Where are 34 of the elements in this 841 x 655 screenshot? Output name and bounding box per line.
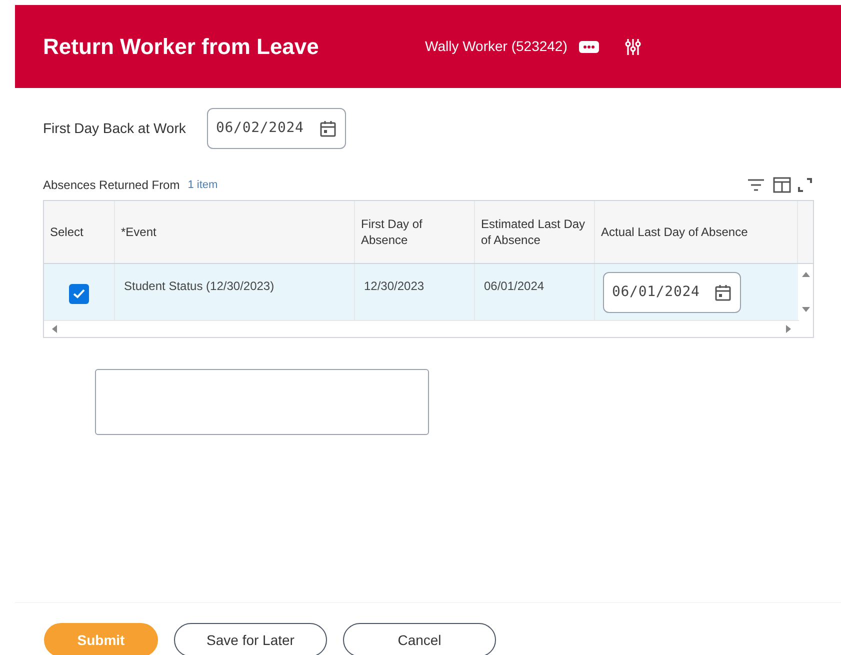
checkbox[interactable] [69,284,89,304]
table-cell: 06/01/2024 [484,279,544,293]
date-field[interactable]: 06/01/2024 [603,272,741,313]
secondary-button[interactable]: Cancel [343,623,496,655]
column-header: First Day of Absence [361,216,424,248]
scroll-right-icon[interactable] [786,325,791,333]
secondary-button[interactable]: Save for Later [174,623,327,655]
scroll-down-icon[interactable] [802,307,810,312]
calendar-icon [319,120,337,138]
column-header: Estimated Last Day of Absence [481,216,586,248]
comment-field[interactable] [95,369,429,435]
item-count: 1 item [188,178,218,193]
column-header: *Event [121,224,156,240]
calendar-icon [714,284,732,302]
sliders-icon[interactable] [625,38,642,56]
more-icon[interactable] [579,40,600,52]
columns-icon[interactable] [773,177,791,193]
filter-icon[interactable] [747,178,765,192]
field-label: First Day Back at Work [43,119,187,138]
table-title: Absences Returned From [43,177,180,194]
column-header: Actual Last Day of Absence [601,224,748,240]
check-icon [73,289,85,299]
table-row[interactable]: Student Status (12/30/2023) 12/30/2023 06/01/2024 06/01/2024 [44,264,813,320]
table-cell: 12/30/2023 [364,279,424,293]
date-field[interactable]: 06/02/2024 [207,108,346,149]
date-value: 06/01/2024 [612,283,700,302]
scroll-up-icon[interactable] [802,272,810,277]
scroll-left-icon[interactable] [52,325,57,333]
date-value: 06/02/2024 [216,119,304,138]
worker-name: Wally Worker (523242) [425,37,568,56]
page-title: Return Worker from Leave [43,33,320,61]
expand-icon[interactable] [797,177,813,193]
column-header: Select [50,224,84,240]
table-cell: Student Status (12/30/2023) [124,279,274,293]
